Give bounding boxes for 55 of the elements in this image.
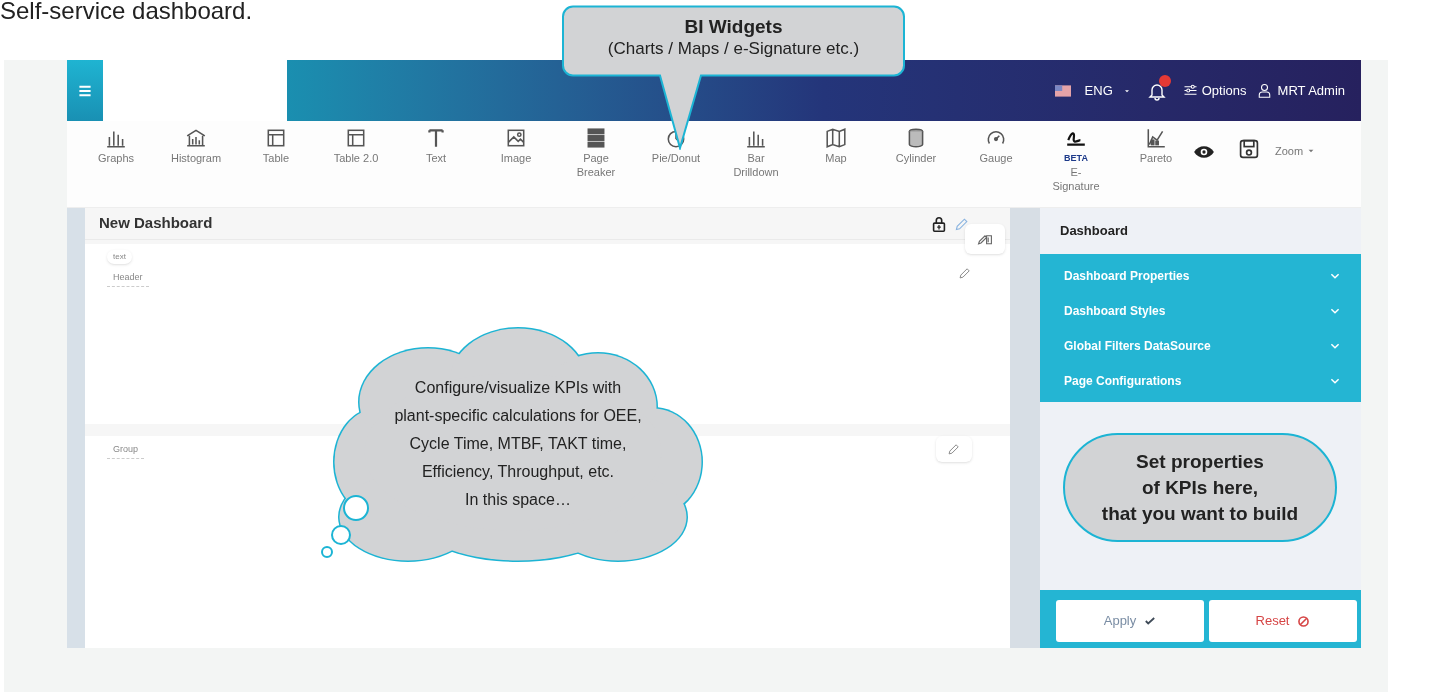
accordion-item[interactable]: Dashboard Styles (1040, 293, 1361, 328)
widget-icon (1145, 127, 1167, 149)
pencil-icon (958, 266, 972, 280)
cancel-icon (1297, 614, 1311, 628)
widget-icon (585, 127, 607, 149)
options-button[interactable]: Options (1182, 80, 1247, 101)
widget-icon (425, 127, 447, 149)
menu-icon (78, 83, 92, 98)
beta-label: BETA (1064, 152, 1088, 165)
widget-button[interactable]: Bar Drilldown (719, 127, 793, 179)
widget-button[interactable]: Pareto (1119, 127, 1193, 165)
save-button[interactable] (1237, 137, 1261, 161)
save-icon (1237, 137, 1261, 161)
widget-button[interactable]: Page Breaker (559, 127, 633, 179)
widget-icon (825, 127, 847, 149)
widget-button[interactable]: Graphs (79, 127, 153, 165)
edit-button[interactable] (936, 436, 972, 462)
user-menu[interactable]: MRT Admin (1256, 80, 1345, 101)
widget-button[interactable]: Table (239, 127, 313, 165)
apply-button[interactable]: Apply (1056, 600, 1204, 642)
section-tag: text (107, 250, 132, 264)
page-heading: Self-service dashboard. (0, 0, 253, 24)
accordion-item[interactable]: Page Configurations (1040, 363, 1361, 398)
callout-text: (Charts / Maps / e-Signature etc.) (607, 38, 860, 60)
widget-button[interactable]: Table 2.0 (319, 127, 393, 165)
callout-bubble: Set properties of KPIs here, that you want to build (1063, 433, 1337, 542)
widget-icon (265, 127, 287, 149)
zoom-dropdown[interactable]: Zoom (1275, 143, 1316, 160)
user-icon (1256, 83, 1272, 98)
menu-button[interactable] (67, 60, 103, 121)
edit-delete-button[interactable] (965, 224, 1005, 254)
reset-button[interactable]: Reset (1209, 600, 1357, 642)
edit-button[interactable] (958, 266, 972, 280)
widget-button[interactable]: Image (479, 127, 553, 165)
widget-icon (505, 127, 527, 149)
widget-button[interactable]: Text (399, 127, 473, 165)
pencil-icon (947, 442, 961, 456)
callout-text: Configure/visualize KPIs with plant-specific calculations for OEE, Cycle Time, MTBF, TAKT time, Efficiency, Throughput, etc. In this space… (393, 378, 643, 510)
widget-button[interactable]: Histogram (159, 127, 233, 165)
widget-button[interactable]: Cylinder (879, 127, 953, 165)
lock-icon (930, 214, 948, 233)
widget-button[interactable]: Gauge (959, 127, 1033, 165)
widget-button[interactable]: BETA E-Signature (1039, 127, 1113, 193)
accordion-item[interactable]: Global Filters DataSource (1040, 328, 1361, 363)
check-icon (1144, 615, 1157, 627)
callout-title: BI Widgets (684, 16, 783, 38)
widget-icon (345, 127, 367, 149)
widget-button[interactable]: Map (799, 127, 873, 165)
dashboard-title: New Dashboard (99, 213, 213, 234)
accordion-item[interactable]: Dashboard Properties (1040, 258, 1361, 293)
widget-icon (185, 127, 207, 149)
language-selector[interactable]: ENG (1084, 80, 1113, 101)
pencil-icon (954, 215, 970, 232)
sliders-icon (1182, 83, 1198, 98)
section-label: Header (107, 270, 149, 287)
